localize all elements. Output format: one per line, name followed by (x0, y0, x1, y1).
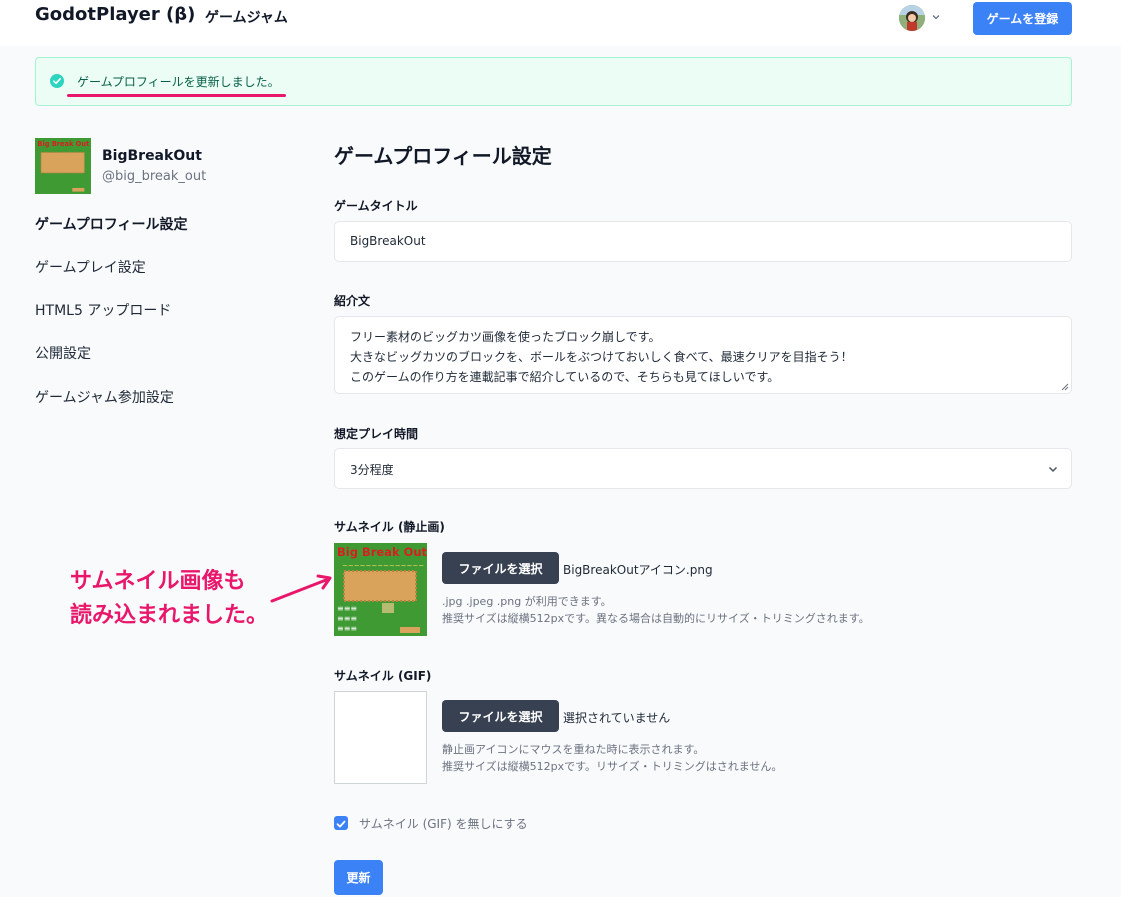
svg-text:≡≡≡: ≡≡≡ (337, 624, 357, 633)
sidebar-item-publish[interactable]: 公開設定 (35, 343, 91, 363)
svg-text:Big Break Out: Big Break Out (37, 140, 89, 148)
thumb-gif-help: 静止画アイコンにマウスを重ねた時に表示されます。 推奨サイズは縦横512pxです… (442, 741, 782, 775)
page-title: ゲームプロフィール設定 (334, 144, 552, 168)
playtime-select[interactable]: 3分程度 (334, 448, 1072, 489)
annotation-line: 読み込まれました。 (70, 603, 269, 628)
playtime-label: 想定プレイ時間 (334, 427, 419, 441)
sidebar-item-html5-upload[interactable]: HTML5 アップロード (35, 300, 171, 320)
top-header: GodotPlayer (β) ゲームジャム ゲームを登録 (0, 0, 1121, 46)
title-label: ゲームタイトル (334, 199, 418, 213)
annotation-underline (67, 94, 286, 97)
thumb-static-label: サムネイル (静止画) (334, 520, 445, 534)
register-game-button[interactable]: ゲームを登録 (973, 2, 1072, 35)
description-line: 大きなビッグカツのブロックを、ボールをぶつけておいしく食べて、最速クリアを目指そ… (350, 350, 853, 364)
user-avatar[interactable] (899, 5, 925, 31)
description-label: 紹介文 (334, 294, 371, 308)
check-circle-icon (50, 74, 64, 88)
sidebar-game-handle: @big_break_out (102, 169, 207, 184)
annotation-callout: サムネイル画像も 読み込まれました。 (70, 565, 268, 633)
annotation-line: サムネイル画像も (70, 569, 246, 594)
resize-grip-icon[interactable] (1061, 383, 1069, 391)
sidebar-item-game-jam[interactable]: ゲームジャム参加設定 (35, 387, 174, 407)
success-flash: ゲームプロフィールを更新しました。 (35, 57, 1072, 106)
description-line: フリー素材のビッグカツ画像を使ったブロック崩しです。 (350, 330, 661, 344)
thumb-gif-file-button[interactable]: ファイルを選択 (442, 700, 559, 732)
thumb-gif-preview (334, 691, 427, 784)
playtime-selected-value: 3分程度 (350, 463, 394, 477)
svg-text:~~~~~~~~~~~~~~: ~~~~~~~~~~~~~~ (342, 562, 424, 570)
game-thumbnail-image: Big Break Out (35, 138, 91, 194)
nav-game-jam-link[interactable]: ゲームジャム (205, 7, 288, 27)
check-icon (336, 820, 346, 828)
update-button[interactable]: 更新 (334, 860, 383, 895)
sidebar-item-gameplay[interactable]: ゲームプレイ設定 (35, 257, 146, 277)
brand-logo[interactable]: GodotPlayer (β) (35, 4, 195, 25)
svg-text:Big Break Out: Big Break Out (337, 545, 427, 559)
help-line: 静止画アイコンにマウスを重ねた時に表示されます。 (442, 743, 705, 756)
title-input[interactable]: BigBreakOut (334, 221, 1072, 262)
chevron-down-icon (1048, 466, 1058, 473)
thumb-gif-filename: 選択されていません (563, 711, 671, 725)
avatar-image (899, 5, 925, 31)
thumbnail-image: Big Break Out ~~~~~~~~~~~~~~ ≡≡≡ ≡≡≡ ≡≡≡ (334, 543, 427, 636)
thumb-static-preview: Big Break Out ~~~~~~~~~~~~~~ ≡≡≡ ≡≡≡ ≡≡≡ (334, 543, 427, 636)
help-line: 推奨サイズは縦横512pxです。リサイズ・トリミングはされません。 (442, 760, 783, 773)
svg-text:≡≡≡: ≡≡≡ (337, 614, 357, 623)
help-line: .jpg .jpeg .png が利用できます。 (442, 595, 612, 608)
flash-message: ゲームプロフィールを更新しました。 (77, 75, 280, 89)
thumb-static-filename: BigBreakOutアイコン.png (563, 563, 713, 577)
sidebar-item-profile[interactable]: ゲームプロフィール設定 (35, 214, 187, 234)
thumb-gif-label: サムネイル (GIF) (334, 669, 432, 683)
thumb-static-file-button[interactable]: ファイルを選択 (442, 552, 559, 584)
remove-gif-checkbox[interactable] (334, 816, 348, 830)
arrow-right-icon (270, 574, 332, 603)
chevron-down-icon[interactable] (931, 12, 941, 22)
game-thumbnail-small: Big Break Out (35, 138, 91, 194)
description-line: このゲームの作り方を連載記事で紹介しているので、そちらも見てほしいです。 (350, 370, 780, 384)
help-line: 推奨サイズは縦横512pxです。異なる場合は自動的にリサイズ・トリミングされます… (442, 612, 870, 625)
description-textarea[interactable]: フリー素材のビッグカツ画像を使ったブロック崩しです。 大きなビッグカツのブロック… (334, 316, 1072, 394)
sidebar-game-name: BigBreakOut (102, 148, 202, 164)
svg-text:≡≡≡: ≡≡≡ (337, 604, 357, 613)
remove-gif-label[interactable]: サムネイル (GIF) を無しにする (359, 815, 528, 832)
thumb-static-help: .jpg .jpeg .png が利用できます。 推奨サイズは縦横512pxです… (442, 593, 870, 627)
